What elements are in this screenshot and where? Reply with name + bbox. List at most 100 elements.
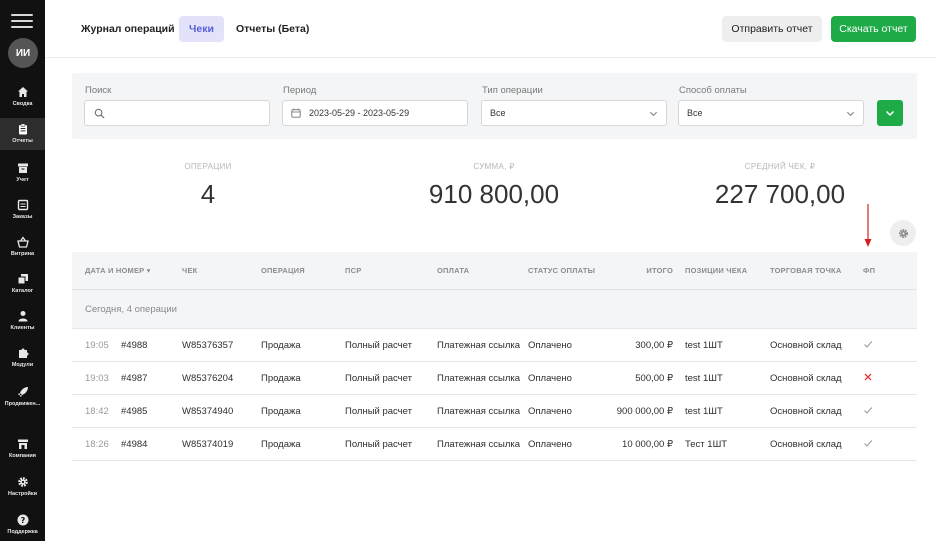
sidebar-item-showcase[interactable]: Витрина	[0, 236, 45, 257]
row-check: W85376357	[182, 340, 234, 351]
svg-text:?: ?	[20, 516, 25, 525]
calendar-icon	[291, 108, 301, 118]
operation-type-select[interactable]: Все	[481, 100, 667, 126]
sidebar-item-orders[interactable]: Заказы	[0, 199, 45, 220]
avg-check-stat-label: СРЕДНИЙ ЧЕК, ₽	[744, 162, 816, 171]
period-value: 2023-05-29 - 2023-05-29	[309, 108, 410, 118]
row-check: W85374940	[182, 406, 234, 417]
sidebar-item-company[interactable]: Компания	[0, 438, 45, 459]
sidebar-item-catalog[interactable]: Каталог	[0, 273, 45, 294]
row-payment: Платежная ссылка	[437, 439, 521, 450]
gear-icon	[898, 228, 908, 238]
sidebar-item-label: Отчеты	[12, 138, 33, 144]
column-header-operation: ОПЕРАЦИЯ	[261, 266, 305, 275]
period-date-picker[interactable]: 2023-05-29 - 2023-05-29	[282, 100, 468, 126]
sum-stat-label: СУММА, ₽	[473, 162, 515, 171]
row-time: 18:42	[85, 406, 109, 417]
row-number: #4988	[121, 340, 148, 351]
expand-filters-button[interactable]	[877, 100, 903, 126]
row-total: 300,00 ₽	[635, 340, 673, 351]
tab-reports-beta[interactable]: Отчеты (Бета)	[226, 16, 319, 42]
red-arrow-annotation	[864, 204, 872, 247]
column-header-psr: ПСР	[345, 266, 362, 275]
chevron-down-icon	[846, 111, 855, 117]
row-positions: test 1ШТ	[685, 373, 723, 384]
sidebar-item-clients[interactable]: Клиенты	[0, 310, 45, 331]
box-icon	[17, 163, 28, 173]
search-label: Поиск	[85, 85, 112, 96]
avatar[interactable]: ИИ	[8, 38, 38, 68]
row-payment: Платежная ссылка	[437, 340, 521, 351]
sidebar-item-promotion[interactable]: Продвижен...	[0, 386, 45, 407]
sidebar-item-modules[interactable]: Модули	[0, 347, 45, 368]
table-row[interactable]: 18:42 #4985 W85374940 Продажа Полный рас…	[72, 395, 917, 428]
row-sales-point: Основной склад	[770, 439, 842, 450]
row-sales-point: Основной склад	[770, 406, 842, 417]
row-psr: Полный расчет	[345, 373, 412, 384]
column-header-date-number[interactable]: ДАТА И НОМЕР ▾	[85, 266, 151, 275]
row-sales-point: Основной склад	[770, 340, 842, 351]
error-x-icon	[864, 373, 872, 381]
search-icon	[94, 108, 105, 119]
group-row-today: Сегодня, 4 операции	[72, 290, 917, 329]
filter-panel: Поиск Период 2023-05-29 - 2023-05-29 Тип…	[72, 73, 917, 139]
row-psr: Полный расчет	[345, 406, 412, 417]
check-icon	[864, 341, 873, 348]
row-positions: test 1ШТ	[685, 340, 723, 351]
sidebar-item-label: Поддержка	[7, 529, 38, 535]
puzzle-icon	[18, 348, 28, 358]
search-input[interactable]	[84, 100, 270, 126]
row-operation: Продажа	[261, 439, 301, 450]
row-time: 19:03	[85, 373, 109, 384]
catalog-icon	[17, 274, 28, 285]
row-number: #4984	[121, 439, 148, 450]
sidebar-item-label: Витрина	[10, 251, 35, 257]
sidebar-item-label: Компания	[8, 453, 36, 459]
tab-operations-journal[interactable]: Журнал операций	[71, 16, 185, 42]
table-row[interactable]: 18:26 #4984 W85374019 Продажа Полный рас…	[72, 428, 917, 461]
table-row[interactable]: 19:05 #4988 W85376357 Продажа Полный рас…	[72, 329, 917, 362]
row-operation: Продажа	[261, 340, 301, 351]
row-time: 18:26	[85, 439, 109, 450]
group-label: Сегодня, 4 операции	[85, 304, 177, 315]
column-header-sales-point: ТОРГОВАЯ ТОЧКА	[770, 266, 842, 275]
payment-method-label: Способ оплаты	[679, 85, 747, 96]
row-operation: Продажа	[261, 406, 301, 417]
row-number: #4985	[121, 406, 148, 417]
payment-method-select[interactable]: Все	[678, 100, 864, 126]
row-positions: Тест 1ШТ	[685, 439, 728, 450]
row-sales-point: Основной склад	[770, 373, 842, 384]
row-check: W85376204	[182, 373, 234, 384]
sidebar-item-label: Сводка	[12, 101, 33, 107]
sidebar-item-accounting[interactable]: Учет	[0, 162, 45, 183]
table-row[interactable]: 19:03 #4987 W85376204 Продажа Полный рас…	[72, 362, 917, 395]
gear-icon	[17, 477, 28, 487]
check-icon	[864, 407, 873, 414]
operations-stat-value: 4	[200, 179, 216, 209]
row-status: Оплачено	[528, 373, 572, 384]
tab-checks[interactable]: Чеки	[179, 16, 224, 42]
check-icon	[864, 440, 873, 447]
hamburger-menu-icon[interactable]	[11, 14, 33, 30]
period-label: Период	[283, 85, 317, 96]
column-header-fp: ФП	[863, 266, 876, 275]
row-operation: Продажа	[261, 373, 301, 384]
send-report-button[interactable]: Отправить отчет	[722, 16, 822, 42]
column-header-total: ИТОГО	[646, 266, 673, 275]
sidebar-item-label: Учет	[16, 177, 29, 183]
sidebar-item-reports[interactable]: Отчеты	[0, 118, 45, 150]
row-number: #4987	[121, 373, 148, 384]
sidebar-item-support[interactable]: ? Поддержка	[0, 514, 45, 535]
row-total: 500,00 ₽	[635, 373, 673, 384]
row-payment: Платежная ссылка	[437, 406, 521, 417]
sidebar-item-settings[interactable]: Настройки	[0, 476, 45, 497]
table-header: ДАТА И НОМЕР ▾ ЧЕК ОПЕРАЦИЯ ПСР ОПЛАТА С…	[72, 252, 917, 290]
download-report-button[interactable]: Скачать отчет	[831, 16, 916, 42]
shop-icon	[17, 439, 28, 449]
sidebar-item-label: Продвижен...	[4, 401, 41, 407]
column-header-check: ЧЕК	[182, 266, 198, 275]
basket-icon	[16, 236, 29, 248]
row-status: Оплачено	[528, 406, 572, 417]
table-settings-button[interactable]	[890, 220, 916, 246]
sidebar-item-summary[interactable]: Сводка	[0, 86, 45, 107]
